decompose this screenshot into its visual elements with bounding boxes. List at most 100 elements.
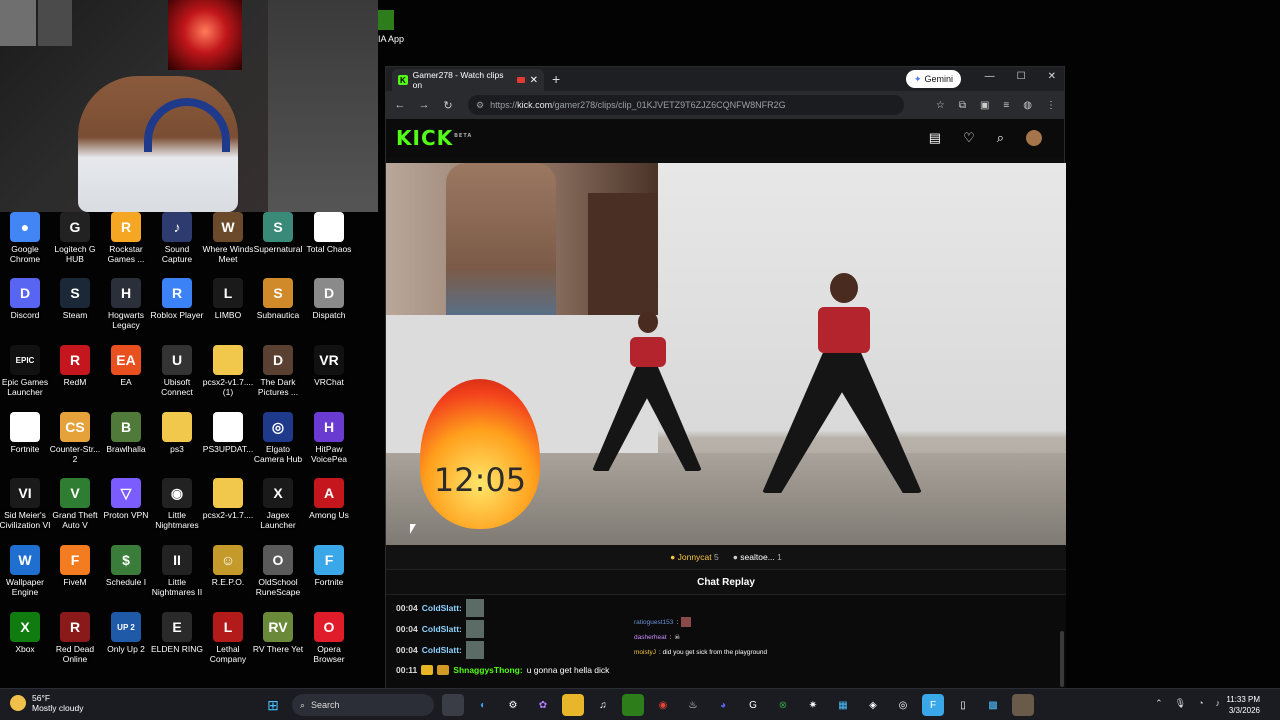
steam-icon[interactable]: ♨ bbox=[682, 694, 704, 716]
forward-button[interactable]: → bbox=[418, 99, 430, 111]
store-icon[interactable]: ◈ bbox=[862, 694, 884, 716]
desktop-icon[interactable]: RV RV There Yet bbox=[251, 612, 305, 654]
desktop-icon[interactable]: ◎ Elgato Camera Hub bbox=[251, 412, 305, 464]
desktop-icon[interactable]: O Opera Browser bbox=[302, 612, 356, 664]
desktop-icon[interactable]: pcsx2-v1.7.... (1) bbox=[201, 345, 255, 397]
desktop-icon[interactable]: F FiveM bbox=[48, 545, 102, 587]
desktop-icon[interactable]: H Hogwarts Legacy bbox=[99, 278, 153, 330]
desktop-icon[interactable]: L Lethal Company bbox=[201, 612, 255, 664]
clock[interactable]: 11:33 PM 3/3/2026 bbox=[1226, 694, 1260, 716]
desktop-icon[interactable]: S Supernatural bbox=[251, 212, 305, 254]
reload-button[interactable]: ↻ bbox=[442, 99, 454, 112]
side-chat-user[interactable]: moistyJ bbox=[634, 649, 656, 656]
viewer-item[interactable]: ● sealtoe... 1 bbox=[733, 552, 782, 562]
desktop-icon[interactable]: R RedM bbox=[48, 345, 102, 387]
desktop-icon[interactable]: B Brawlhalla bbox=[99, 412, 153, 454]
kick-logo[interactable]: KICKBETA bbox=[396, 126, 472, 150]
desktop-icon[interactable]: G Logitech G HUB bbox=[48, 212, 102, 264]
capture-icon[interactable]: ▩ bbox=[982, 694, 1004, 716]
desktop-icon[interactable]: D Dispatch bbox=[302, 278, 356, 320]
desktop-icon[interactable]: EPIC Epic Games Launcher bbox=[0, 345, 52, 397]
address-bar[interactable]: ⚙ https://kick.com/gamer278/clips/clip_0… bbox=[468, 95, 904, 115]
desktop-icon[interactable]: O OldSchool RuneScape bbox=[251, 545, 305, 597]
chat-user[interactable]: ColdSlatt: bbox=[422, 624, 462, 634]
chat-scrollbar[interactable] bbox=[1060, 631, 1064, 687]
maximize-button[interactable]: ☐ bbox=[1017, 71, 1026, 82]
inbox-icon[interactable]: ▤ bbox=[929, 130, 941, 146]
taskbar-search[interactable]: ⌕ Search bbox=[292, 694, 434, 716]
desktop-icon[interactable]: L LIMBO bbox=[201, 278, 255, 320]
desktop-icon[interactable]: ps3 bbox=[150, 412, 204, 454]
desktop-icon[interactable]: R Rockstar Games ... bbox=[99, 212, 153, 264]
chrome-icon[interactable]: ◉ bbox=[652, 694, 674, 716]
desktop-icon[interactable]: pcsx2-v1.7.... bbox=[201, 478, 255, 520]
copilot-icon[interactable]: ✿ bbox=[532, 694, 554, 716]
desktop-icon[interactable]: H HitPaw VoicePea bbox=[302, 412, 356, 464]
search-icon[interactable]: ⌕ bbox=[997, 130, 1004, 146]
avatar[interactable] bbox=[1026, 130, 1042, 146]
desktop-icon[interactable]: S Subnautica bbox=[251, 278, 305, 320]
desktop-icon[interactable]: Fortnite bbox=[0, 412, 52, 454]
wifi-icon[interactable]: ◔ bbox=[1198, 698, 1203, 709]
desktop-icon[interactable]: PS3UPDAT... bbox=[201, 412, 255, 454]
close-tab-icon[interactable]: ✕ bbox=[530, 75, 538, 86]
viewer-item[interactable]: ● Jonnycat 5 bbox=[670, 552, 719, 562]
desktop-icon[interactable]: X Xbox bbox=[0, 612, 52, 654]
desktop-icon[interactable]: E ELDEN RING bbox=[150, 612, 204, 654]
nvidia-app-icon[interactable]: IA App bbox=[378, 10, 404, 44]
desktop-icon[interactable]: VR VRChat bbox=[302, 345, 356, 387]
weather-widget[interactable]: 56°F Mostly cloudy bbox=[10, 693, 84, 713]
desktop-icon[interactable]: S Steam bbox=[48, 278, 102, 320]
desktop-icon[interactable]: W Wallpaper Engine bbox=[0, 545, 52, 597]
video-player[interactable]: 12:05 bbox=[386, 163, 1066, 545]
xbox-icon[interactable]: ⊗ bbox=[772, 694, 794, 716]
desktop-icon[interactable]: W Where Winds Meet bbox=[201, 212, 255, 264]
desktop-icon[interactable]: VI Sid Meier's Civilization VI bbox=[0, 478, 52, 530]
extensions-icon[interactable]: ⧉ bbox=[959, 100, 966, 111]
close-window-button[interactable]: ✕ bbox=[1048, 71, 1056, 82]
desktop-icon[interactable]: D Discord bbox=[0, 278, 52, 320]
new-tab-button[interactable]: + bbox=[552, 71, 560, 87]
site-info-icon[interactable]: ⚙ bbox=[476, 100, 484, 111]
desktop-icon[interactable]: F Fortnite bbox=[302, 545, 356, 587]
media-icon[interactable]: ≡ bbox=[1003, 100, 1009, 111]
desktop-icon[interactable]: ☺ R.E.P.O. bbox=[201, 545, 255, 587]
desktop-icon[interactable]: EA EA bbox=[99, 345, 153, 387]
task-view-icon[interactable] bbox=[442, 694, 464, 716]
discord-icon[interactable]: ◕ bbox=[712, 694, 734, 716]
desktop-icon[interactable]: ▽ Proton VPN bbox=[99, 478, 153, 520]
desktop-icon[interactable]: UP 2 Only Up 2 bbox=[99, 612, 153, 654]
desktop-icon[interactable]: Total Chaos bbox=[302, 212, 356, 254]
desktop-icon[interactable]: II Little Nightmares II bbox=[150, 545, 204, 597]
heart-icon[interactable]: ♡ bbox=[963, 130, 975, 146]
side-chat-user[interactable]: dasherheat bbox=[634, 634, 667, 641]
menu-icon[interactable]: ⋮ bbox=[1046, 100, 1056, 111]
start-icon[interactable]: ⊞ bbox=[262, 694, 284, 716]
logitech-icon[interactable]: G bbox=[742, 694, 764, 716]
desktop-icon[interactable]: D The Dark Pictures ... bbox=[251, 345, 305, 397]
edge-icon[interactable]: ◐ bbox=[472, 694, 494, 716]
side-chat-user[interactable]: ratioguest153 bbox=[634, 619, 673, 626]
desktop-icon[interactable]: R Roblox Player bbox=[150, 278, 204, 320]
chat-user[interactable]: ColdSlatt: bbox=[422, 645, 462, 655]
desktop-icon[interactable]: A Among Us bbox=[302, 478, 356, 520]
obs-icon[interactable]: ◎ bbox=[892, 694, 914, 716]
music-icon[interactable]: ♫ bbox=[592, 694, 614, 716]
profile-icon[interactable]: ◍ bbox=[1023, 100, 1032, 111]
nvidia-taskbar-icon[interactable] bbox=[622, 694, 644, 716]
volume-icon[interactable]: ♪ bbox=[1216, 698, 1221, 709]
sidepanel-icon[interactable]: ▣ bbox=[980, 100, 989, 111]
desktop-icon[interactable]: U Ubisoft Connect bbox=[150, 345, 204, 397]
notepad-icon[interactable]: ▯ bbox=[952, 694, 974, 716]
desktop-icon[interactable]: ◉ Little Nightmares bbox=[150, 478, 204, 530]
back-button[interactable]: ← bbox=[394, 99, 406, 111]
settings-icon[interactable]: ⚙ bbox=[502, 694, 524, 716]
tab-kick[interactable]: K Gamer278 - Watch clips on ✕ bbox=[392, 69, 544, 91]
file-explorer-icon[interactable] bbox=[562, 694, 584, 716]
chat-user[interactable]: ColdSlatt: bbox=[422, 603, 462, 613]
desktop-icon[interactable]: R Red Dead Online bbox=[48, 612, 102, 664]
desktop-icon[interactable]: V Grand Theft Auto V bbox=[48, 478, 102, 530]
minimize-button[interactable]: — bbox=[985, 71, 995, 82]
desktop-icon[interactable]: ● Google Chrome bbox=[0, 212, 52, 264]
desktop-icon[interactable]: ♪ Sound Capture bbox=[150, 212, 204, 264]
